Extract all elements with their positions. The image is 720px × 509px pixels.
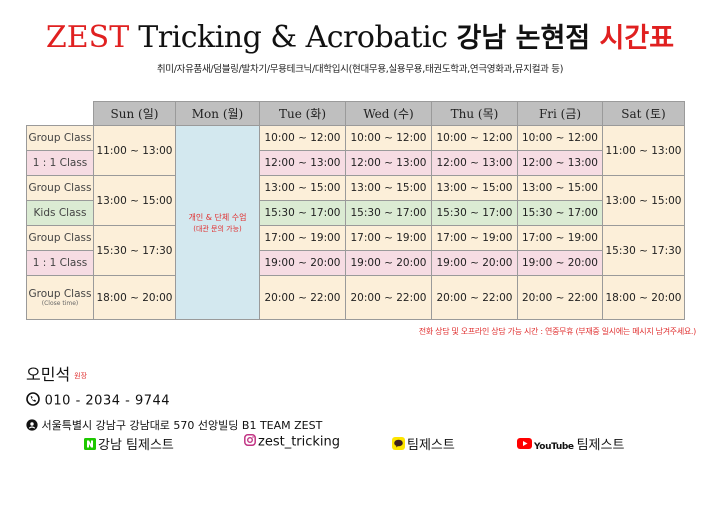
day-header-sat: Sat (토) — [602, 101, 685, 126]
title-timetable: 시간표 — [599, 23, 675, 54]
row-label: Kids Class — [26, 200, 94, 226]
tue-slot: 13:00 ~ 15:00 — [259, 175, 346, 201]
fri-slot: 15:30 ~ 17:00 — [517, 200, 603, 226]
sat-slot: 13:00 ~ 15:00 — [602, 175, 685, 226]
consult-notice: 전화 상담 및 오프라인 상담 가능 시간 : 연중무휴 (부재중 일시에는 메… — [418, 327, 697, 336]
corner-cell — [26, 101, 94, 126]
sun-slot: 15:30 ~ 17:30 — [93, 225, 176, 276]
wed-slot: 17:00 ~ 19:00 — [345, 225, 432, 251]
row-label: Group Class — [26, 125, 94, 151]
thu-slot: 17:00 ~ 19:00 — [431, 225, 518, 251]
wed-slot: 13:00 ~ 15:00 — [345, 175, 432, 201]
fri-slot: 12:00 ~ 13:00 — [517, 150, 603, 176]
mon-note: 개인 & 단체 수업 — [188, 213, 247, 222]
thu-slot: 13:00 ~ 15:00 — [431, 175, 518, 201]
naver-label: 강남 팀제스트 — [98, 438, 174, 453]
sun-slot: 18:00 ~ 20:00 — [93, 275, 176, 320]
kakao-icon — [392, 437, 405, 454]
fri-slot: 10:00 ~ 12:00 — [517, 125, 603, 151]
tue-slot: 17:00 ~ 19:00 — [259, 225, 346, 251]
table-row: Group Class 11:00 ~ 13:00 개인 & 단체 수업 (대관… — [26, 125, 685, 320]
row-label: Group Class (Close time) — [26, 275, 94, 320]
tue-slot: 19:00 ~ 20:00 — [259, 250, 346, 276]
row-label: 1 : 1 Class — [26, 150, 94, 176]
fri-slot: 17:00 ~ 19:00 — [517, 225, 603, 251]
timetable: Sun (일) Mon (월) Tue (화) Wed (수) Thu (목) … — [26, 101, 685, 320]
naver-link[interactable]: 강남 팀제스트 — [84, 434, 174, 454]
address-text: 서울특별시 강남구 강남대로 570 선앙빌딩 B1 TEAM ZEST — [41, 419, 323, 432]
wed-slot: 20:00 ~ 22:00 — [345, 275, 432, 320]
title-middle: Tricking & Acrobatic — [129, 20, 457, 55]
sat-slot: 15:30 ~ 17:30 — [602, 225, 685, 276]
phone-icon — [26, 392, 40, 410]
table-row: Group Class (Close time) 18:00 ~ 20:00 2… — [26, 275, 685, 320]
youtube-label: 팀제스트 — [576, 438, 625, 453]
mon-subnote: (대관 문의 가능) — [193, 225, 242, 233]
youtube-link[interactable]: YouTube 팀제스트 — [517, 434, 624, 453]
sun-slot: 11:00 ~ 13:00 — [93, 125, 176, 176]
tue-slot: 15:30 ~ 17:00 — [259, 200, 346, 226]
sun-slot: 13:00 ~ 15:00 — [93, 175, 176, 226]
title-branch: 강남 논현점 — [456, 23, 600, 54]
thu-slot: 19:00 ~ 20:00 — [431, 250, 518, 276]
tue-slot: 20:00 ~ 22:00 — [259, 275, 346, 320]
location-pin-icon — [26, 418, 38, 434]
table-row: Group Class 15:30 ~ 17:30 17:00 ~ 19:00 … — [26, 225, 685, 276]
row-label: Group Class — [26, 175, 94, 201]
instagram-label: zest_tricking — [258, 434, 341, 450]
day-header-mon: Mon (월) — [175, 101, 260, 126]
tue-slot: 12:00 ~ 13:00 — [259, 150, 346, 176]
row-label-text: Group Class — [28, 288, 92, 300]
contact-name: 오민석 원장 — [26, 361, 87, 385]
thu-slot: 10:00 ~ 12:00 — [431, 125, 518, 151]
wed-slot: 12:00 ~ 13:00 — [345, 150, 432, 176]
wed-slot: 10:00 ~ 12:00 — [345, 125, 432, 151]
address-line: 서울특별시 강남구 강남대로 570 선앙빌딩 B1 TEAM ZEST — [26, 417, 322, 434]
day-header-wed: Wed (수) — [345, 101, 432, 126]
youtube-wordmark: YouTube — [534, 442, 574, 452]
fri-slot: 20:00 ~ 22:00 — [517, 275, 603, 320]
title-brand: ZEST — [45, 20, 130, 55]
instagram-link[interactable]: zest_tricking — [244, 434, 340, 450]
wed-slot: 19:00 ~ 20:00 — [345, 250, 432, 276]
sat-slot: 11:00 ~ 13:00 — [602, 125, 685, 176]
kakao-link[interactable]: 팀제스트 — [392, 434, 455, 454]
header-row: Sun (일) Mon (월) Tue (화) Wed (수) Thu (목) … — [26, 101, 685, 126]
day-header-sun: Sun (일) — [93, 101, 176, 126]
mon-slot: 개인 & 단체 수업 (대관 문의 가능) — [175, 125, 260, 320]
fri-slot: 19:00 ~ 20:00 — [517, 250, 603, 276]
wed-slot: 15:30 ~ 17:00 — [345, 200, 432, 226]
close-time-note: (Close time) — [41, 300, 79, 307]
thu-slot: 12:00 ~ 13:00 — [431, 150, 518, 176]
director-role: 원장 — [74, 371, 88, 380]
social-links: 강남 팀제스트 zest_tricking 팀제스트 YouTube 팀제스트 — [0, 434, 720, 456]
page-subtitle: 취미/자유품새/덤블링/발차기/무용테크닉/대학입시(현대무용,실용무용,태권도… — [156, 64, 564, 75]
director-name: 오민석 — [26, 365, 71, 384]
youtube-icon — [517, 438, 532, 453]
kakao-label: 팀제스트 — [407, 438, 455, 453]
phone-number[interactable]: 010 - 2034 - 9744 — [45, 394, 170, 409]
row-label: Group Class — [26, 225, 94, 251]
day-header-tue: Tue (화) — [259, 101, 346, 126]
instagram-icon — [244, 434, 256, 450]
thu-slot: 20:00 ~ 22:00 — [431, 275, 518, 320]
phone-line: 010 - 2034 - 9744 — [26, 392, 170, 410]
fri-slot: 13:00 ~ 15:00 — [517, 175, 603, 201]
naver-icon — [84, 437, 96, 454]
sat-slot: 18:00 ~ 20:00 — [602, 275, 685, 320]
day-header-fri: Fri (금) — [517, 101, 603, 126]
row-label: 1 : 1 Class — [26, 250, 94, 276]
tue-slot: 10:00 ~ 12:00 — [259, 125, 346, 151]
thu-slot: 15:30 ~ 17:00 — [431, 200, 518, 226]
day-header-thu: Thu (목) — [431, 101, 518, 126]
table-row: Group Class 13:00 ~ 15:00 13:00 ~ 15:00 … — [26, 175, 685, 226]
page-title: ZEST Tricking & Acrobatic 강남 논현점 시간표 — [0, 18, 720, 59]
